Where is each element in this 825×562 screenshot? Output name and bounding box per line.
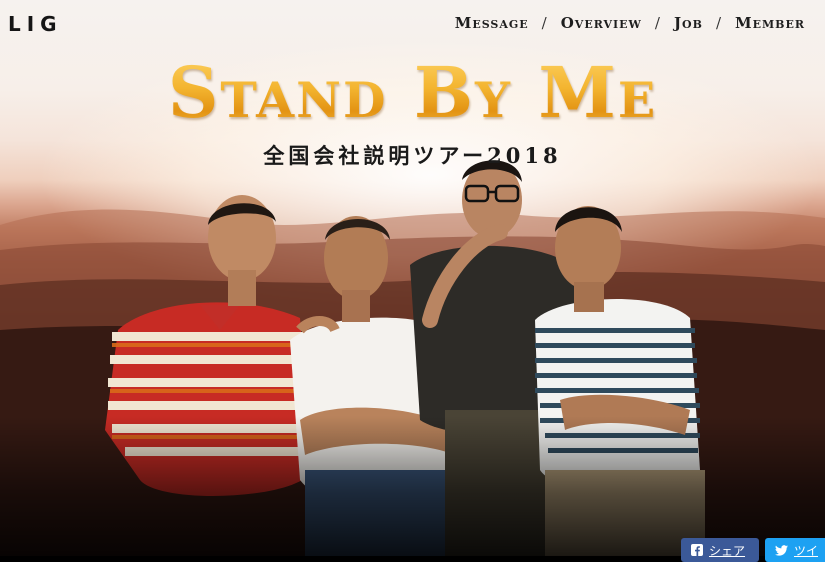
nav-item-job[interactable]: Job (674, 14, 703, 32)
hero-subtitle: 全国会社説明ツアー2018 (263, 143, 562, 168)
facebook-share-button[interactable]: シェア (681, 538, 759, 562)
nav-item-message[interactable]: Message (455, 14, 529, 32)
bottom-fade (0, 416, 825, 556)
facebook-icon (691, 544, 703, 556)
twitter-icon (775, 544, 788, 556)
nav-item-overview[interactable]: Overview (561, 14, 642, 32)
nav-separator: / (541, 14, 548, 32)
lig-logo[interactable]: LIG (8, 12, 63, 36)
nav-item-member[interactable]: Member (735, 14, 805, 32)
nav-separator: / (715, 14, 722, 32)
main-nav: Message / Overview / Job / Member (455, 14, 805, 32)
twitter-share-button[interactable]: ツイ (765, 538, 825, 562)
hero-title: Stand By Me (0, 48, 825, 138)
nav-separator: / (654, 14, 661, 32)
